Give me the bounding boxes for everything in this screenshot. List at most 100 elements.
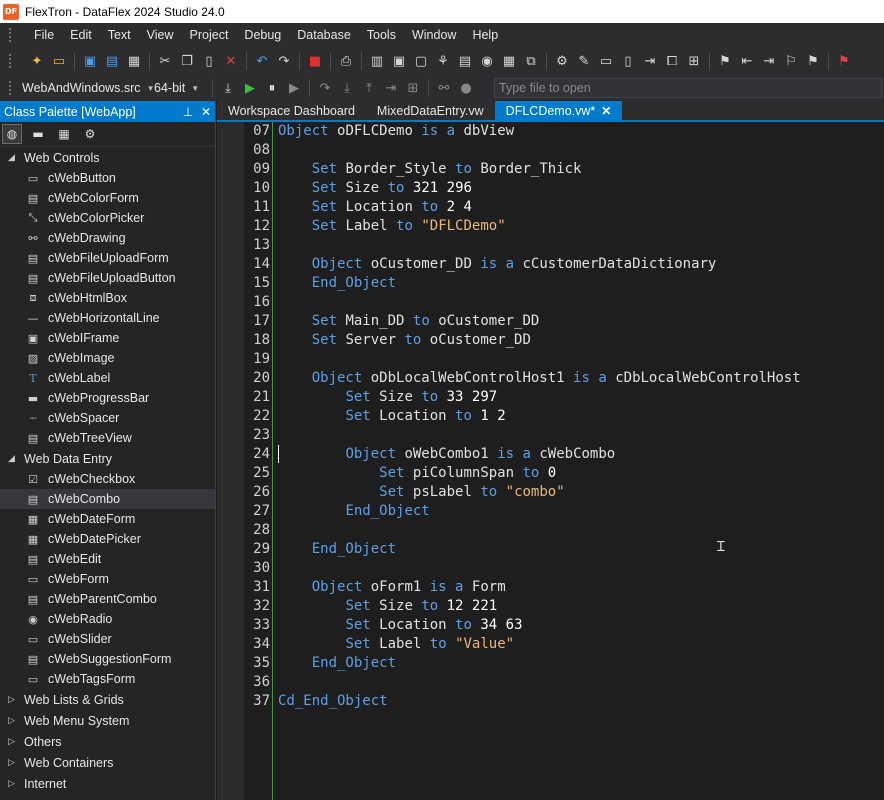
palette-item[interactable]: ▬ cWebProgressBar: [0, 388, 215, 408]
collapsed-arrow-icon[interactable]: ▷: [8, 736, 24, 747]
undo-icon[interactable]: ↶: [253, 52, 271, 70]
code-line[interactable]: Set psLabel to "combo": [278, 483, 884, 502]
code-line[interactable]: Set Size to 12 221: [278, 597, 884, 616]
tab-workspace-dashboard[interactable]: Workspace Dashboard: [217, 101, 366, 120]
palette-item[interactable]: — cWebHorizontalLine: [0, 308, 215, 328]
code-explorer-icon[interactable]: ▯: [619, 52, 637, 70]
code-line[interactable]: Object oDbLocalWebControlHost1 is a cDbL…: [278, 369, 884, 388]
code-line[interactable]: Cd_End_Object: [278, 692, 884, 711]
palette-item[interactable]: ▭ cWebTagsForm: [0, 669, 215, 689]
code-line[interactable]: Set Main_DD to oCustomer_DD: [278, 312, 884, 331]
modeler-icon[interactable]: ⧉: [522, 52, 540, 70]
palette-item[interactable]: ⤡ cWebColorPicker: [0, 208, 215, 228]
window-classes-icon[interactable]: ▬: [28, 124, 48, 144]
palette-category[interactable]: ◢ Web Data Entry: [0, 448, 215, 469]
menu-text[interactable]: Text: [100, 28, 139, 42]
redo-icon[interactable]: ↷: [275, 52, 293, 70]
tools-icon[interactable]: ✎: [575, 52, 593, 70]
delete-icon[interactable]: ✕: [222, 52, 240, 70]
code-line[interactable]: [278, 521, 884, 540]
menu-project[interactable]: Project: [182, 28, 237, 42]
collapsed-arrow-icon[interactable]: ▷: [8, 715, 24, 726]
step-run-icon[interactable]: ▶: [285, 79, 303, 97]
code-line[interactable]: Set Location to 34 63: [278, 616, 884, 635]
palette-item[interactable]: ▭ cWebButton: [0, 168, 215, 188]
print-setup-icon[interactable]: ▦: [125, 52, 143, 70]
code-line[interactable]: Set piColumnSpan to 0: [278, 464, 884, 483]
code-line[interactable]: End_Object: [278, 274, 884, 293]
web-classes-icon[interactable]: ◍: [2, 124, 22, 144]
close-icon[interactable]: ✕: [197, 105, 215, 119]
code-line[interactable]: Set Server to oCustomer_DD: [278, 331, 884, 350]
breakpoints-icon[interactable]: ⊞: [404, 79, 422, 97]
code-line[interactable]: Set Label to "DFLCDemo": [278, 217, 884, 236]
compile-icon[interactable]: ⚙: [553, 52, 571, 70]
code-line[interactable]: [278, 141, 884, 160]
code-line[interactable]: End_Object: [278, 540, 884, 559]
palette-item[interactable]: ▤ cWebFileUploadForm: [0, 248, 215, 268]
cut-icon[interactable]: ✂: [156, 52, 174, 70]
close-icon[interactable]: ✕: [601, 104, 611, 118]
palette-item[interactable]: ▣ cWebIFrame: [0, 328, 215, 348]
attach-icon[interactable]: ⚯: [435, 79, 453, 97]
code-line[interactable]: Set Location to 2 4: [278, 198, 884, 217]
code-line[interactable]: [278, 236, 884, 255]
palette-item[interactable]: ▭ cWebForm: [0, 569, 215, 589]
menu-database[interactable]: Database: [289, 28, 359, 42]
prev-bookmark-icon[interactable]: ⇤: [738, 52, 756, 70]
code-area[interactable]: Object oDFLCDemo is a dbView Set Border_…: [278, 122, 884, 800]
code-line[interactable]: Set Label to "Value": [278, 635, 884, 654]
tab-mixed-data-entry[interactable]: MixedDataEntry.vw: [366, 101, 495, 120]
database-icon[interactable]: ◉: [478, 52, 496, 70]
save-all-icon[interactable]: ▤: [103, 52, 121, 70]
code-line[interactable]: [278, 293, 884, 312]
expanded-arrow-icon[interactable]: ◢: [8, 152, 24, 163]
code-line[interactable]: Set Size to 33 297: [278, 388, 884, 407]
palette-item[interactable]: ┈ cWebSpacer: [0, 408, 215, 428]
copy-icon[interactable]: ❐: [178, 52, 196, 70]
palette-category[interactable]: ▷ Web Lists & Grids: [0, 689, 215, 710]
tab-dflc-demo[interactable]: DFLCDemo.vw* ✕: [494, 101, 623, 120]
table-icon[interactable]: ▦: [500, 52, 518, 70]
collapsed-arrow-icon[interactable]: ▷: [8, 757, 24, 768]
palette-item[interactable]: ⚯ cWebDrawing: [0, 228, 215, 248]
build-icon[interactable]: ⤓: [219, 79, 237, 97]
palette-item[interactable]: ▦ cWebDatePicker: [0, 529, 215, 549]
paste-icon[interactable]: ▯: [200, 52, 218, 70]
palette-item[interactable]: ▤ cWebSuggestionForm: [0, 649, 215, 669]
palette-category[interactable]: ◢ Web Controls: [0, 147, 215, 168]
palette-item[interactable]: ☑ cWebCheckbox: [0, 469, 215, 489]
code-line[interactable]: Object oForm1 is a Form: [278, 578, 884, 597]
menu-file[interactable]: File: [26, 28, 62, 42]
dialog-icon[interactable]: ▢: [412, 52, 430, 70]
code-editor[interactable]: 07 08 09 10 11 12 13 14 15 16 17 18 19 20 21 22 23 24 25 26…: [217, 122, 884, 800]
exit-icon[interactable]: ⇥: [641, 52, 659, 70]
stop-debug-icon[interactable]: ●: [457, 79, 475, 97]
report-icon[interactable]: ▤: [456, 52, 474, 70]
palette-item[interactable]: ▤ cWebParentCombo: [0, 589, 215, 609]
palette-item[interactable]: ◉ cWebRadio: [0, 609, 215, 629]
platform-combo[interactable]: 64-bit ▼: [150, 78, 208, 98]
palette-item[interactable]: ▦ cWebDateForm: [0, 509, 215, 529]
clear-all-bookmarks-icon[interactable]: ⚑: [835, 52, 853, 70]
palette-item[interactable]: TcWebLabel: [0, 368, 215, 388]
grip-icon[interactable]: [8, 27, 12, 43]
menu-debug[interactable]: Debug: [236, 28, 289, 42]
palette-item[interactable]: ⧈ cWebHtmlBox: [0, 288, 215, 308]
new-file-icon[interactable]: ✦: [28, 52, 46, 70]
step-over-icon[interactable]: ↷: [316, 79, 334, 97]
clear-bookmarks-icon[interactable]: ⚑: [804, 52, 822, 70]
code-line[interactable]: Set Border_Style to Border_Thick: [278, 160, 884, 179]
code-line[interactable]: End_Object: [278, 502, 884, 521]
palette-category[interactable]: ▷ Internet: [0, 773, 215, 794]
code-line[interactable]: [278, 426, 884, 445]
grip-icon[interactable]: [8, 53, 12, 69]
palette-category[interactable]: ▷ Others: [0, 731, 215, 752]
tree-icon[interactable]: ⚘: [434, 52, 452, 70]
view-icon[interactable]: ▣: [390, 52, 408, 70]
palette-item[interactable]: ▤ cWebCombo: [0, 489, 215, 509]
record-macro-icon[interactable]: ■: [306, 52, 324, 70]
step-into-icon[interactable]: ⤓: [338, 79, 356, 97]
menu-edit[interactable]: Edit: [62, 28, 100, 42]
code-line[interactable]: [278, 673, 884, 692]
